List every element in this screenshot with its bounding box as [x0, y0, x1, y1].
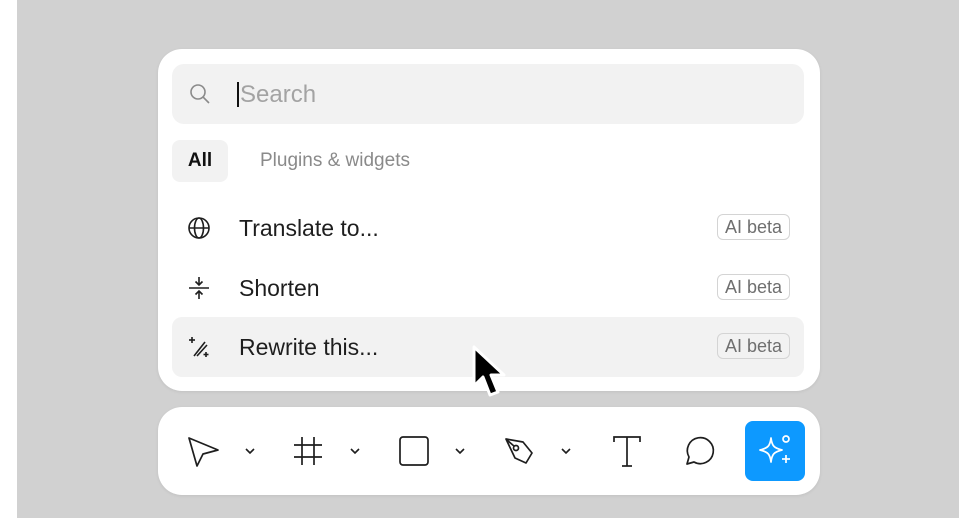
frame-tool-button[interactable] — [285, 428, 331, 474]
shorten-icon — [189, 277, 209, 299]
text-icon — [613, 436, 641, 467]
action-label: Translate to... — [239, 215, 379, 241]
actions-panel: Search All Plugins & widgets Translate t… — [158, 49, 820, 391]
action-label: Rewrite this... — [239, 334, 379, 360]
frame-icon — [294, 437, 322, 465]
chevron-down-icon[interactable] — [242, 443, 258, 459]
bottom-toolbar — [158, 407, 820, 495]
ai-beta-badge: AI beta — [716, 274, 790, 300]
rectangle-tool-button[interactable] — [391, 428, 437, 474]
comment-tool-button[interactable] — [677, 428, 723, 474]
action-label: Shorten — [239, 275, 320, 301]
search-icon — [190, 84, 210, 104]
text-tool-button[interactable] — [604, 428, 650, 474]
ai-beta-badge: AI beta — [716, 214, 790, 240]
magic-wand-icon — [189, 337, 209, 357]
action-item-shorten[interactable]: Shorten AI beta — [172, 258, 804, 318]
pen-tool-button[interactable] — [497, 428, 543, 474]
text-caret — [237, 82, 239, 107]
comment-icon — [686, 436, 715, 465]
ai-actions-icon — [759, 435, 790, 463]
search-placeholder[interactable]: Search — [240, 80, 316, 110]
search-field[interactable]: Search — [172, 64, 804, 124]
chevron-down-icon[interactable] — [347, 443, 363, 459]
ai-beta-badge: AI beta — [716, 333, 790, 359]
move-icon — [188, 437, 219, 467]
move-tool-button[interactable] — [180, 428, 226, 474]
rectangle-icon — [399, 436, 429, 466]
mouse-cursor-icon — [472, 345, 506, 397]
action-item-translate[interactable]: Translate to... AI beta — [172, 198, 804, 258]
chevron-down-icon[interactable] — [452, 443, 468, 459]
pen-icon — [505, 438, 533, 464]
tab-all[interactable]: All — [172, 140, 228, 182]
globe-icon — [188, 217, 210, 239]
ai-actions-tool-button[interactable] — [745, 421, 805, 481]
chevron-down-icon[interactable] — [558, 443, 574, 459]
tab-plugins-widgets[interactable]: Plugins & widgets — [260, 140, 410, 182]
